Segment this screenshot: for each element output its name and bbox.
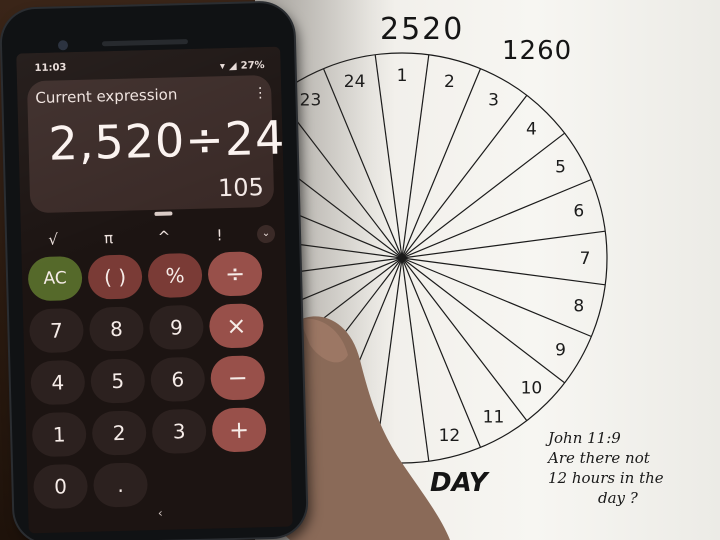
subtract-button[interactable]: − [210, 355, 266, 401]
percent-button[interactable]: % [147, 252, 203, 299]
add-button[interactable]: + [211, 407, 267, 453]
hour-label: 10 [521, 378, 543, 398]
sqrt-button[interactable]: √ [35, 230, 71, 249]
digit-2-button[interactable]: 2 [91, 410, 147, 456]
display-panel: Current expression ⋮ 2,520÷24 105 [26, 74, 286, 214]
hour-label: 1 [397, 66, 408, 86]
chevron-down-icon[interactable]: ⌄ [256, 224, 276, 244]
photo-scene: 2324123456789101112 2520 1260 DAY John 1… [0, 0, 720, 540]
digit-5-button[interactable]: 5 [90, 358, 146, 404]
digit-4-button[interactable]: 4 [30, 359, 86, 406]
wheel-spoke [401, 178, 592, 259]
factorial-button[interactable]: ! [201, 226, 237, 245]
hour-label: 3 [488, 91, 499, 111]
hour-label: 4 [526, 120, 537, 140]
multiply-button[interactable]: × [208, 303, 264, 349]
hour-label: 7 [580, 249, 591, 269]
hour-label: 2 [444, 72, 455, 92]
calculator-screen: 11:03 ▾ ◢ 27% Current expression ⋮ 2,520… [16, 46, 293, 534]
hour-label: 5 [555, 158, 566, 178]
front-camera [57, 40, 69, 51]
expression-display[interactable]: 2,520÷24 [48, 111, 286, 171]
digit-1-button[interactable]: 1 [31, 411, 87, 458]
power-button[interactable]: ^ [146, 227, 182, 246]
digit-6-button[interactable]: 6 [150, 356, 206, 403]
wifi-icon: ▾ [219, 60, 226, 72]
drag-handle[interactable] [154, 211, 173, 216]
parentheses-button[interactable]: ( ) [87, 254, 143, 300]
hour-label: 8 [573, 296, 584, 316]
result-preview: 105 [217, 173, 265, 203]
decimal-button[interactable]: . [92, 462, 149, 508]
number-1260: 1260 [502, 36, 573, 66]
digit-0-button[interactable]: 0 [32, 463, 89, 510]
digit-3-button[interactable]: 3 [151, 408, 207, 455]
number-2520: 2520 [380, 12, 465, 47]
pi-button[interactable]: π [90, 229, 126, 248]
digit-7-button[interactable]: 7 [28, 307, 85, 354]
earpiece-speaker [101, 39, 189, 47]
divide-button[interactable]: ÷ [207, 251, 263, 297]
digit-8-button[interactable]: 8 [88, 306, 145, 352]
all-clear-button[interactable]: AC [27, 255, 83, 302]
scientific-row: √ π ^ ! ⌄ [35, 224, 276, 249]
status-battery: 27% [240, 59, 265, 72]
note-line: John 11:9 [548, 429, 621, 447]
expression-label: Current expression [35, 85, 178, 108]
hour-label: 9 [555, 341, 566, 361]
keypad: AC( )% ÷ 7 8 9 × 4 5 6− 1 2 3 +0. [27, 251, 285, 510]
digit-9-button[interactable]: 9 [148, 304, 204, 351]
wheel-spoke [401, 68, 482, 259]
back-icon[interactable]: ‹ [158, 506, 163, 526]
hour-label: 6 [573, 202, 584, 222]
hour-label: 11 [483, 408, 505, 428]
note-line: day ? [598, 489, 638, 507]
signal-icon: ◢ [228, 60, 237, 72]
scripture-note: John 11:9 Are there not 12 hours in the … [548, 428, 698, 508]
note-line: Are there not [548, 449, 650, 467]
smartphone: 11:03 ▾ ◢ 27% Current expression ⋮ 2,520… [1, 2, 307, 540]
note-line: 12 hours in the [548, 469, 664, 487]
more-vertical-icon[interactable]: ⋮ [253, 85, 267, 101]
status-time: 11:03 [34, 62, 67, 75]
